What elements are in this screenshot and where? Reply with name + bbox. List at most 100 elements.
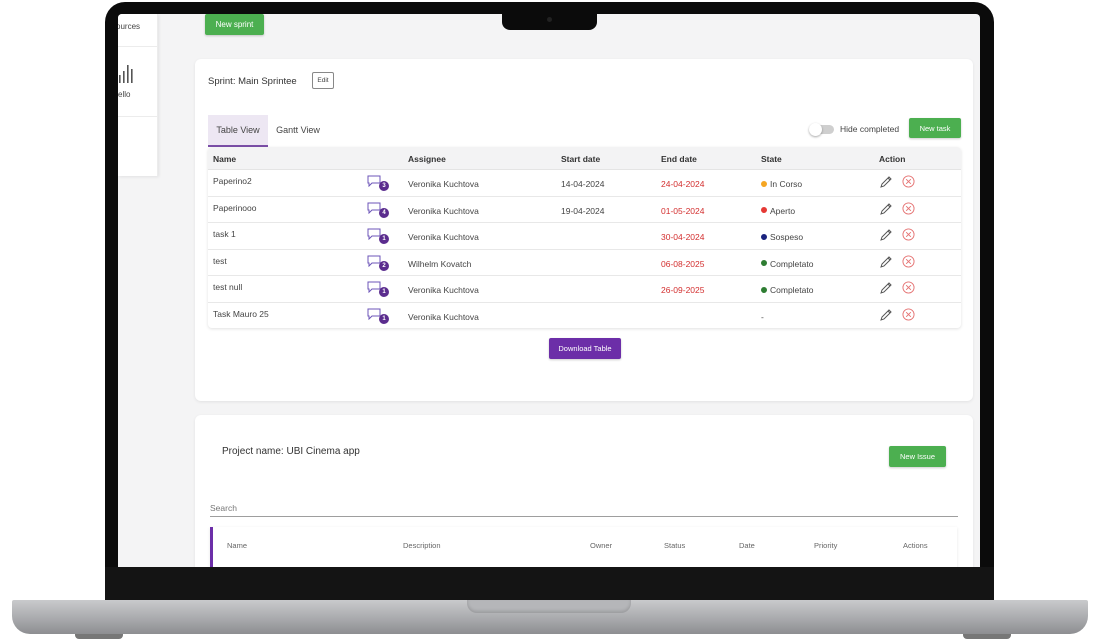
comments-button[interactable]: 2 bbox=[367, 255, 391, 271]
laptop-foot bbox=[963, 634, 1011, 639]
delete-circle-x-icon[interactable] bbox=[902, 201, 915, 215]
task-end-date: 06-08-2025 bbox=[661, 258, 705, 269]
task-name[interactable]: Task Mauro 25 bbox=[213, 309, 269, 319]
issues-column-description[interactable]: Description bbox=[403, 541, 441, 550]
task-name[interactable]: Paperino2 bbox=[213, 176, 252, 186]
task-state: Aperto bbox=[761, 206, 795, 216]
task-assignee: Veronika Kuchtova bbox=[408, 179, 479, 189]
table-row[interactable]: task 1 1 Veronika Kuchtova 30-04-2024 Sospes… bbox=[208, 223, 961, 250]
edit-pencil-icon[interactable] bbox=[879, 308, 893, 322]
new-issue-button[interactable]: New Issue bbox=[889, 446, 946, 467]
issues-column-priority[interactable]: Priority bbox=[814, 541, 837, 550]
edit-pencil-icon[interactable] bbox=[879, 281, 893, 295]
edit-pencil-icon[interactable] bbox=[879, 228, 893, 242]
task-state-label: Completato bbox=[770, 258, 814, 269]
task-name[interactable]: test bbox=[213, 256, 227, 266]
project-title: Project name: UBI Cinema app bbox=[222, 446, 360, 457]
laptop-chin bbox=[105, 567, 994, 600]
task-name[interactable]: test null bbox=[213, 282, 242, 292]
edit-sprint-button[interactable]: Edit bbox=[312, 72, 334, 89]
tasks-table: Name Assignee Start date End date State … bbox=[208, 147, 961, 328]
task-state: Sospeso bbox=[761, 232, 803, 242]
task-state-label: Sospeso bbox=[770, 232, 804, 242]
issues-column-owner[interactable]: Owner bbox=[590, 541, 612, 550]
sidebar: ources ello bbox=[118, 14, 158, 176]
task-assignee: Veronika Kuchtova bbox=[408, 311, 479, 322]
sprint-title: Sprint: Main Sprintee bbox=[208, 76, 297, 87]
state-dot-icon bbox=[761, 180, 767, 187]
column-header-end-date[interactable]: End date bbox=[661, 154, 697, 164]
comments-button[interactable]: 4 bbox=[367, 202, 391, 218]
tab-gantt-view[interactable]: Gantt View bbox=[268, 115, 328, 147]
hide-completed-label: Hide completed bbox=[840, 124, 900, 134]
task-state-label: In Corso bbox=[770, 179, 803, 189]
task-assignee: Veronika Kuchtova bbox=[408, 232, 479, 242]
delete-circle-x-icon[interactable] bbox=[902, 228, 915, 241]
bar-chart-icon bbox=[119, 65, 133, 83]
download-table-button[interactable]: Download Table bbox=[549, 338, 621, 359]
sidebar-item-trello[interactable]: ello bbox=[118, 47, 158, 117]
comment-count-badge: 3 bbox=[379, 181, 389, 191]
task-state-label: - bbox=[761, 311, 764, 322]
sidebar-item-label: ources bbox=[118, 22, 141, 31]
comment-count-badge: 4 bbox=[379, 207, 389, 218]
table-row[interactable]: Task Mauro 25 1 Veronika Kuchtova - bbox=[208, 303, 961, 329]
issues-column-status[interactable]: Status bbox=[664, 541, 685, 550]
sidebar-item-resources[interactable]: ources bbox=[118, 20, 158, 47]
hide-completed-toggle[interactable] bbox=[809, 123, 835, 136]
edit-pencil-icon[interactable] bbox=[879, 175, 893, 189]
issues-table: Name Description Owner Status Date Prior… bbox=[210, 527, 957, 567]
new-sprint-button[interactable]: New sprint bbox=[205, 14, 264, 35]
tab-table-view[interactable]: Table View bbox=[208, 115, 268, 147]
comments-button[interactable]: 1 bbox=[367, 308, 391, 324]
delete-circle-x-icon[interactable] bbox=[902, 307, 915, 321]
laptop-foot bbox=[75, 634, 123, 639]
task-state: - bbox=[761, 312, 764, 322]
sprint-card: Sprint: Main Sprintee Edit Table View Ga… bbox=[195, 59, 973, 401]
edit-pencil-icon[interactable] bbox=[879, 202, 893, 216]
task-end-date: 24-04-2024 bbox=[661, 179, 705, 189]
new-task-button[interactable]: New task bbox=[909, 118, 961, 138]
sidebar-item-label: ello bbox=[118, 90, 131, 99]
camera-icon bbox=[547, 17, 552, 22]
task-start-date: 19-04-2024 bbox=[561, 205, 605, 216]
comments-button[interactable]: 1 bbox=[367, 228, 391, 244]
comment-count-badge: 1 bbox=[379, 234, 389, 244]
table-row[interactable]: Paperinooo 4 Veronika Kuchtova 19-04-2024 01… bbox=[208, 197, 961, 223]
search-input[interactable] bbox=[210, 500, 958, 517]
column-header-action: Action bbox=[879, 154, 906, 164]
column-header-name[interactable]: Name bbox=[213, 154, 236, 164]
delete-circle-x-icon[interactable] bbox=[902, 175, 915, 188]
state-dot-icon bbox=[761, 207, 767, 214]
task-name[interactable]: Paperinooo bbox=[213, 203, 256, 213]
table-row[interactable]: test null 1 Veronika Kuchtova 26-09-2025 Com… bbox=[208, 276, 961, 303]
state-dot-icon bbox=[761, 233, 767, 240]
task-end-date: 26-09-2025 bbox=[661, 285, 705, 295]
column-header-state[interactable]: State bbox=[761, 154, 782, 164]
column-header-assignee[interactable]: Assignee bbox=[408, 154, 446, 164]
table-row[interactable]: Paperino2 3 Veronika Kuchtova 14-04-2024 24-… bbox=[208, 170, 961, 197]
comment-count-badge: 1 bbox=[379, 313, 389, 324]
delete-circle-x-icon[interactable] bbox=[902, 281, 915, 294]
issues-column-actions: Actions bbox=[903, 541, 928, 550]
task-start-date: 14-04-2024 bbox=[561, 179, 605, 189]
task-end-date: 01-05-2024 bbox=[661, 205, 705, 216]
state-dot-icon bbox=[761, 260, 767, 267]
comments-button[interactable]: 1 bbox=[367, 281, 391, 297]
task-assignee: Veronika Kuchtova bbox=[408, 285, 479, 295]
task-name[interactable]: task 1 bbox=[213, 229, 236, 239]
comments-button[interactable]: 3 bbox=[367, 175, 391, 191]
issues-column-date[interactable]: Date bbox=[739, 541, 755, 550]
delete-circle-x-icon[interactable] bbox=[902, 254, 915, 268]
laptop-base-notch bbox=[467, 600, 631, 613]
edit-pencil-icon[interactable] bbox=[879, 255, 893, 269]
project-card: Project name: UBI Cinema app New Issue N… bbox=[195, 415, 973, 567]
column-header-start-date[interactable]: Start date bbox=[561, 154, 600, 164]
issues-column-name[interactable]: Name bbox=[227, 541, 247, 550]
task-end-date: 30-04-2024 bbox=[661, 232, 705, 242]
camera-notch bbox=[502, 12, 597, 30]
state-dot-icon bbox=[761, 286, 767, 293]
table-row[interactable]: test 2 Wilhelm Kovatch 06-08-2025 Completato bbox=[208, 250, 961, 276]
comment-count-badge: 1 bbox=[379, 287, 389, 297]
task-state-label: Aperto bbox=[770, 205, 796, 216]
